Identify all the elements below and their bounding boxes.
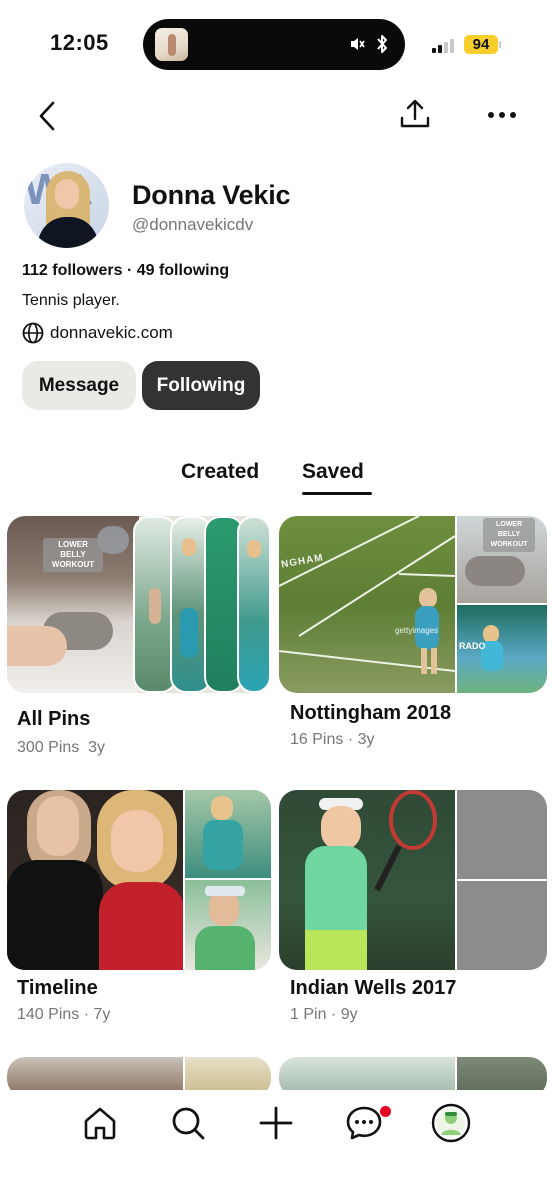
dynamic-island[interactable] — [143, 19, 405, 70]
globe-icon — [22, 322, 44, 344]
chevron-left-icon[interactable] — [32, 98, 64, 134]
status-time: 12:05 — [50, 30, 109, 55]
website-text[interactable]: donnavekic.com — [50, 323, 173, 343]
following-button[interactable]: Following — [142, 361, 260, 410]
website-link[interactable]: donnavekic.com — [22, 322, 173, 344]
board-title-timeline: Timeline — [17, 977, 98, 999]
board-meta-timeline: 140 Pins · 7y — [17, 1006, 111, 1023]
plus-icon[interactable] — [256, 1103, 296, 1143]
profile-username: @donnavekicdv — [132, 215, 254, 234]
bottom-navigation — [0, 1090, 552, 1200]
tab-saved[interactable]: Saved — [302, 460, 364, 484]
tab-created[interactable]: Created — [181, 460, 259, 484]
board-cover-indian-wells-2017[interactable] — [279, 790, 547, 970]
board-meta-nottingham-2018: 16 Pins · 3y — [290, 731, 375, 748]
board-meta-indian-wells-2017: 1 Pin · 9y — [290, 1006, 358, 1023]
profile-avatar[interactable]: WA — [24, 163, 109, 248]
profile-name: Donna Vekic — [132, 180, 291, 210]
board-title-nottingham-2018: Nottingham 2018 — [290, 702, 452, 724]
mute-icon — [351, 38, 365, 50]
board-title-indian-wells-2017: Indian Wells 2017 — [290, 977, 457, 999]
profile-avatar-nav[interactable] — [431, 1103, 471, 1143]
notification-dot — [380, 1106, 391, 1117]
share-icon[interactable] — [398, 98, 432, 132]
signal-icon — [432, 37, 460, 53]
status-bar: 12:05 94 — [0, 0, 552, 90]
battery-indicator: 94 — [464, 35, 498, 54]
message-button[interactable]: Message — [22, 361, 136, 410]
home-icon[interactable] — [80, 1103, 120, 1143]
follower-counts[interactable]: 112 followers · 49 following — [22, 262, 229, 280]
active-tab-indicator — [302, 492, 372, 495]
board-title-all-pins: All Pins — [17, 708, 91, 730]
ellipsis-icon[interactable] — [486, 104, 518, 126]
search-icon[interactable] — [168, 1103, 208, 1143]
battery-tip — [499, 41, 501, 48]
inbox-icon[interactable] — [344, 1103, 384, 1143]
bluetooth-icon — [377, 35, 387, 53]
board-cover-nottingham-2018[interactable]: NGHAM gettyimages LOWER BELLY WORKOUT RA… — [279, 516, 547, 693]
getty-watermark: gettyimages — [395, 626, 439, 635]
rado-label: RADO — [459, 641, 486, 651]
board-cover-timeline[interactable] — [7, 790, 271, 970]
workout-label: LOWER BELLY WORKOUT — [43, 538, 103, 572]
board-cover-all-pins[interactable]: LOWER BELLY WORKOUT — [7, 516, 271, 693]
board-meta-all-pins: 300 Pins 3y — [17, 739, 106, 756]
now-playing-thumbnail — [155, 28, 188, 61]
profile-bio: Tennis player. — [22, 292, 120, 309]
